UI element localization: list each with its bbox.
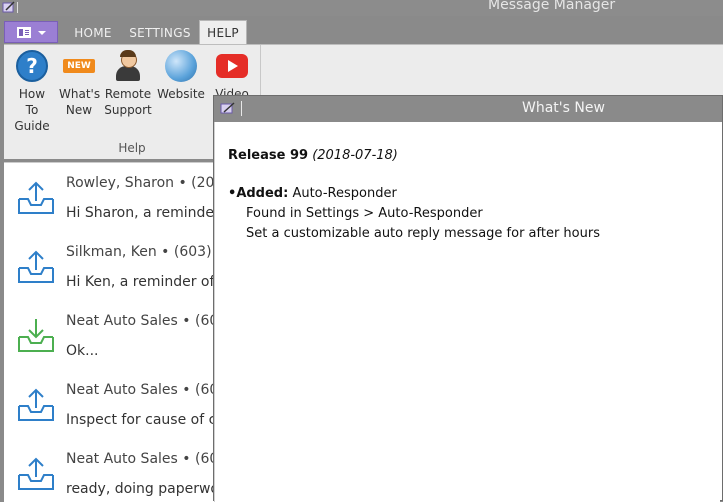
website-button[interactable]: Website (154, 50, 208, 102)
chevron-down-icon (38, 31, 46, 35)
app-icon (220, 102, 235, 114)
message-preview: Inspect for cause of ch (66, 412, 224, 428)
outbox-icon (18, 457, 54, 490)
dialog-body: Release 99 (2018-07-18) •Added: Auto-Res… (214, 122, 720, 502)
tab-home[interactable]: HOME (62, 24, 124, 44)
message-item[interactable]: Neat Auto Sales • (603 Ok... (4, 301, 224, 370)
tab-help[interactable]: HELP (199, 20, 247, 44)
message-preview: ready, doing paperwo (66, 481, 220, 497)
release-label: Release 99 (228, 148, 309, 163)
message-item[interactable]: Neat Auto Sales • (603 ready, doing pape… (4, 439, 224, 502)
message-item[interactable]: Rowley, Sharon • (206) Hi Sharon, a remi… (4, 163, 224, 232)
message-list[interactable]: Rowley, Sharon • (206) Hi Sharon, a remi… (4, 162, 224, 502)
message-item[interactable]: Neat Auto Sales • (603 Inspect for cause… (4, 370, 224, 439)
title-bar: Message Manager (0, 0, 723, 16)
dialog-title: What's New (522, 100, 605, 116)
added-label: Added: (236, 186, 289, 201)
title-separator (17, 2, 18, 13)
release-note-item: •Added: Auto-Responder (228, 186, 397, 201)
menu-icon (17, 27, 31, 38)
outbox-icon (18, 250, 54, 283)
whats-new-label: What's New (59, 87, 101, 117)
message-sender: Neat Auto Sales • (603 (66, 382, 224, 398)
window-title: Message Manager (488, 0, 616, 13)
added-feature: Auto-Responder (288, 186, 397, 201)
app-icon (2, 1, 15, 13)
ribbon-tab-row: HOME SETTINGS HELP (0, 16, 723, 44)
title-separator (241, 101, 242, 116)
outbox-icon (18, 181, 54, 214)
note-detail: Set a customizable auto reply message fo… (246, 226, 600, 241)
how-to-guide-label: How To Guide (14, 87, 50, 133)
support-agent-icon (112, 50, 144, 82)
new-badge-icon: NEW (63, 59, 95, 73)
whats-new-button[interactable]: NEW What's New (56, 50, 102, 118)
release-date: (2018-07-18) (312, 148, 398, 163)
remote-support-label: Remote Support (104, 87, 152, 117)
note-detail: Found in Settings > Auto-Responder (246, 206, 483, 221)
app-menu-button[interactable] (4, 21, 58, 43)
website-label: Website (157, 87, 205, 101)
youtube-icon (216, 54, 248, 78)
message-sender: Neat Auto Sales • (603 (66, 313, 224, 329)
message-preview: Ok... (66, 343, 99, 359)
tab-settings[interactable]: SETTINGS (126, 24, 194, 44)
whats-new-dialog: What's New Release 99 (2018-07-18) •Adde… (213, 95, 723, 502)
globe-icon (165, 50, 197, 82)
remote-support-button[interactable]: Remote Support (102, 50, 154, 118)
message-preview: Hi Sharon, a reminder (66, 205, 220, 221)
inbox-icon (18, 319, 54, 352)
message-sender: Silkman, Ken • (603) 36 (66, 244, 224, 260)
help-icon: ? (16, 50, 48, 82)
outbox-icon (18, 388, 54, 421)
message-sender: Neat Auto Sales • (603 (66, 451, 224, 467)
message-sender: Rowley, Sharon • (206) (66, 175, 224, 191)
dialog-title-bar[interactable]: What's New (214, 96, 722, 122)
how-to-guide-button[interactable]: ? How To Guide (6, 50, 58, 134)
message-preview: Hi Ken, a reminder of (66, 274, 215, 290)
message-item[interactable]: Silkman, Ken • (603) 36 Hi Ken, a remind… (4, 232, 224, 301)
release-heading: Release 99 (2018-07-18) (228, 148, 398, 163)
